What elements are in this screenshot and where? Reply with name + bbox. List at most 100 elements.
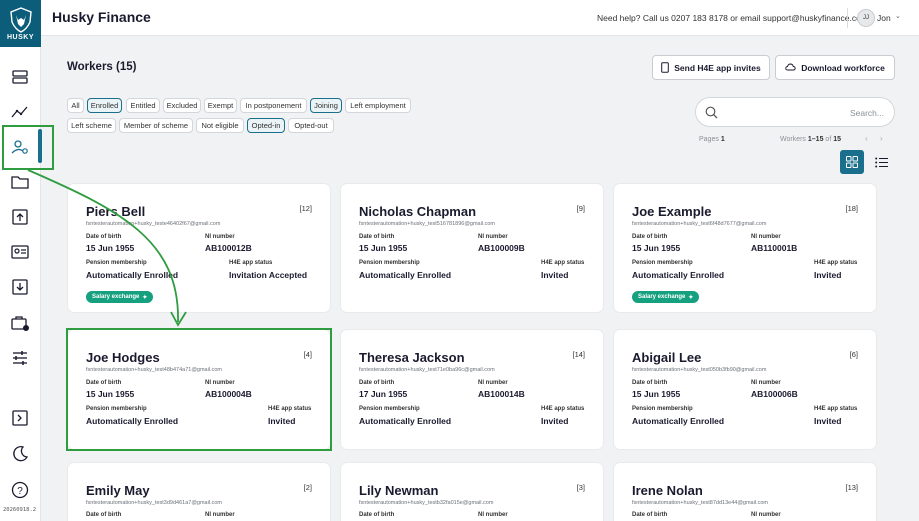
salary-exchange-badge: Salary exchange ✦ (632, 291, 700, 303)
pension-value: Automatically Enrolled (359, 270, 452, 280)
sidebar: HUSKY ? 20260918.2 (0, 0, 42, 521)
worker-email: fsntesterautomation+husky_teste46402f67@… (86, 221, 221, 227)
next-page-icon[interactable]: › (880, 134, 883, 143)
worker-id: [9] (576, 204, 585, 213)
worker-card[interactable]: Irene Nolan [13] fsntesterautomation+hus… (613, 462, 877, 521)
dob-label: Date of birth (632, 512, 668, 518)
worker-card[interactable]: Theresa Jackson [14] fsntesterautomation… (340, 329, 604, 450)
dashboard-icon[interactable] (10, 67, 30, 87)
ni-value: AB100014B (478, 389, 525, 399)
download-workforce-label: Download workforce (801, 62, 885, 73)
dob-value: 15 Jun 1955 (632, 243, 681, 253)
upload-icon[interactable] (10, 207, 30, 227)
worker-id: [12] (299, 204, 312, 213)
phone-icon (661, 62, 670, 73)
worker-email: fsntesterautomation+husky_test516781896@… (359, 221, 495, 227)
workers-range: 1–15 (807, 136, 824, 143)
avatar[interactable]: JJ (857, 9, 875, 27)
husky-logo-icon (9, 6, 32, 33)
help-icon[interactable]: ? (10, 480, 30, 500)
filter-chip-opted-out[interactable]: Opted-out (288, 118, 334, 133)
sparkle-icon: ✦ (688, 294, 694, 301)
pension-value: Automatically Enrolled (359, 416, 452, 426)
pages-label: Pages (699, 136, 719, 143)
filter-chip-entitled[interactable]: Entitled (126, 98, 160, 113)
salary-exchange-label: Salary exchange (638, 294, 686, 300)
dob-label: Date of birth (632, 380, 668, 386)
dob-label: Date of birth (359, 512, 395, 518)
chevron-down-icon[interactable]: ⌄ (895, 12, 901, 20)
briefcase-icon[interactable] (10, 313, 30, 333)
app-status-value: Invited (814, 270, 842, 280)
worker-name: Piers Bell (86, 204, 146, 219)
grid-view-button[interactable] (840, 150, 864, 174)
dark-mode-icon[interactable] (10, 444, 30, 464)
download-workforce-button[interactable]: Download workforce (775, 55, 895, 80)
pension-value: Automatically Enrolled (632, 416, 725, 426)
pension-label: Pension membership (632, 406, 693, 412)
dob-value: 15 Jun 1955 (86, 243, 135, 253)
pension-label: Pension membership (359, 260, 420, 266)
filter-chip-exempt[interactable]: Exempt (204, 98, 237, 113)
worker-name: Joe Example (632, 204, 712, 219)
worker-card[interactable]: Joe Example [18] fsntesterautomation+hus… (613, 183, 877, 313)
collapse-sidebar-icon[interactable] (10, 408, 30, 428)
search-placeholder: Search... (849, 108, 884, 118)
worker-email: fsntesterautomation+husky_test3d9d461a7@… (86, 500, 222, 506)
filter-chip-all[interactable]: All (67, 98, 84, 113)
ni-label: NI number (478, 234, 508, 240)
worker-name: Abigail Lee (632, 350, 702, 365)
list-view-button[interactable] (871, 152, 891, 172)
ni-value: AB100009B (478, 243, 525, 253)
analytics-icon[interactable] (10, 102, 30, 122)
filter-chip-joining[interactable]: Joining (310, 98, 342, 113)
filter-chip-left-scheme[interactable]: Left scheme (67, 118, 116, 133)
ni-value: AB100006B (751, 389, 798, 399)
workers-total: 15 (833, 136, 842, 143)
search-input[interactable]: Search... (695, 97, 895, 127)
id-card-icon[interactable] (10, 242, 30, 262)
sparkle-icon: ✦ (142, 294, 148, 301)
filter-chip-in-postponement[interactable]: In postponement (240, 98, 307, 113)
app-status-label: H4E app status (229, 260, 273, 266)
worker-name: Theresa Jackson (359, 350, 465, 365)
worker-email: fsntesterautomation+husky_testb32fa015e@… (359, 500, 494, 506)
highlight-workers-nav (2, 125, 54, 170)
husky-logo[interactable]: HUSKY (0, 0, 41, 47)
worker-name: Lily Newman (359, 483, 439, 498)
prev-page-icon[interactable]: ‹ (865, 134, 868, 143)
worker-id: [14] (572, 350, 585, 359)
user-name[interactable]: Jon (877, 13, 891, 23)
filter-chip-member-of-scheme[interactable]: Member of scheme (119, 118, 193, 133)
worker-card[interactable]: Piers Bell [12] fsntesterautomation+husk… (67, 183, 331, 313)
dob-label: Date of birth (632, 234, 668, 240)
download-icon[interactable] (10, 277, 30, 297)
filter-chip-not-eligible[interactable]: Not eligible (196, 118, 244, 133)
settings-sliders-icon[interactable] (10, 348, 30, 368)
ni-label: NI number (205, 234, 235, 240)
worker-id: [3] (576, 483, 585, 492)
list-icon (874, 157, 888, 167)
dob-value: 17 Jun 1955 (359, 389, 408, 399)
ni-label: NI number (751, 380, 781, 386)
salary-exchange-label: Salary exchange (92, 294, 140, 300)
filter-chip-enrolled[interactable]: Enrolled (87, 98, 122, 113)
worker-card[interactable]: Nicholas Chapman [9] fsntesterautomation… (340, 183, 604, 313)
folder-icon[interactable] (10, 172, 30, 192)
worker-id: [6] (849, 350, 858, 359)
worker-card[interactable]: Emily May [2] fsntesterautomation+husky_… (67, 462, 331, 521)
filter-chip-left-employment[interactable]: Left employment (345, 98, 411, 113)
app-status-value: Invited (814, 416, 842, 426)
filter-chip-excluded[interactable]: Excluded (163, 98, 201, 113)
filter-chip-opted-in[interactable]: Opted-in (247, 118, 285, 133)
ni-label: NI number (478, 512, 508, 518)
send-app-invites-button[interactable]: Send H4E app invites (652, 55, 770, 80)
worker-card[interactable]: Lily Newman [3] fsntesterautomation+husk… (340, 462, 604, 521)
pension-label: Pension membership (632, 260, 693, 266)
dob-value: 15 Jun 1955 (359, 243, 408, 253)
worker-card[interactable]: Abigail Lee [6] fsntesterautomation+husk… (613, 329, 877, 450)
app-title: Husky Finance (52, 9, 151, 25)
dob-value: 15 Jun 1955 (632, 389, 681, 399)
pages-indicator: Pages 1 (699, 136, 725, 143)
app-status-value: Invited (541, 416, 569, 426)
